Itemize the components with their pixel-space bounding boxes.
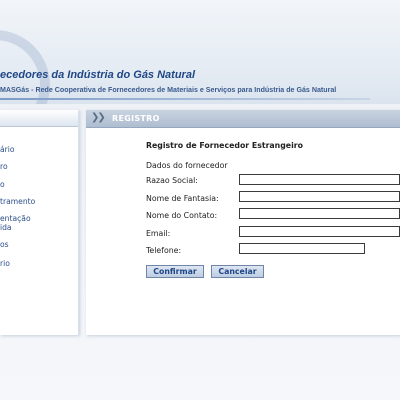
phone-label: Telefone: <box>146 246 182 255</box>
sidebar-header <box>0 110 78 127</box>
trade-name-label: Nome de Fantasia: <box>146 194 219 203</box>
form-section-label: Dados do fornecedor <box>146 161 228 170</box>
panel-title: REGISTRO <box>112 114 160 123</box>
contact-name-label: Nome do Contato: <box>146 211 218 220</box>
contact-name-input[interactable] <box>239 208 400 219</box>
site-header: ecedores da Indústria do Gás Natural MAS… <box>0 0 400 104</box>
sidebar-item-6[interactable]: ida <box>0 223 12 233</box>
header-divider <box>0 98 370 100</box>
double-chevron-right-icon: ❯❯ <box>91 112 106 123</box>
site-title: ecedores da Indústria do Gás Natural <box>0 69 196 81</box>
site-subtitle: MASGás - Rede Cooperativa de Fornecedore… <box>0 86 337 94</box>
registration-panel: ❯❯ REGISTRO Registro de Fornecedor Estra… <box>86 110 400 335</box>
sidebar-menu: ário ro o tramento entação ida os rio <box>0 110 79 335</box>
company-name-label: Razao Social: <box>146 176 198 185</box>
cancel-button[interactable]: Cancelar <box>211 265 264 278</box>
email-input[interactable] <box>239 226 400 237</box>
phone-input[interactable] <box>239 243 365 254</box>
confirm-button[interactable]: Confirmar <box>146 265 204 278</box>
sidebar-item-7[interactable]: os <box>0 240 9 250</box>
company-name-input[interactable] <box>239 174 400 185</box>
sidebar-item-2[interactable]: ro <box>0 162 8 172</box>
sidebar-item-8[interactable]: rio <box>0 259 10 269</box>
sidebar-item-1[interactable]: ário <box>0 145 15 155</box>
sidebar-item-4[interactable]: tramento <box>0 197 35 207</box>
email-label: Email: <box>146 229 171 238</box>
panel-title-bar: ❯❯ REGISTRO <box>86 110 400 128</box>
form-heading: Registro de Fornecedor Estrangeiro <box>146 141 303 150</box>
sidebar-item-3[interactable]: o <box>0 180 5 190</box>
trade-name-input[interactable] <box>239 191 400 202</box>
